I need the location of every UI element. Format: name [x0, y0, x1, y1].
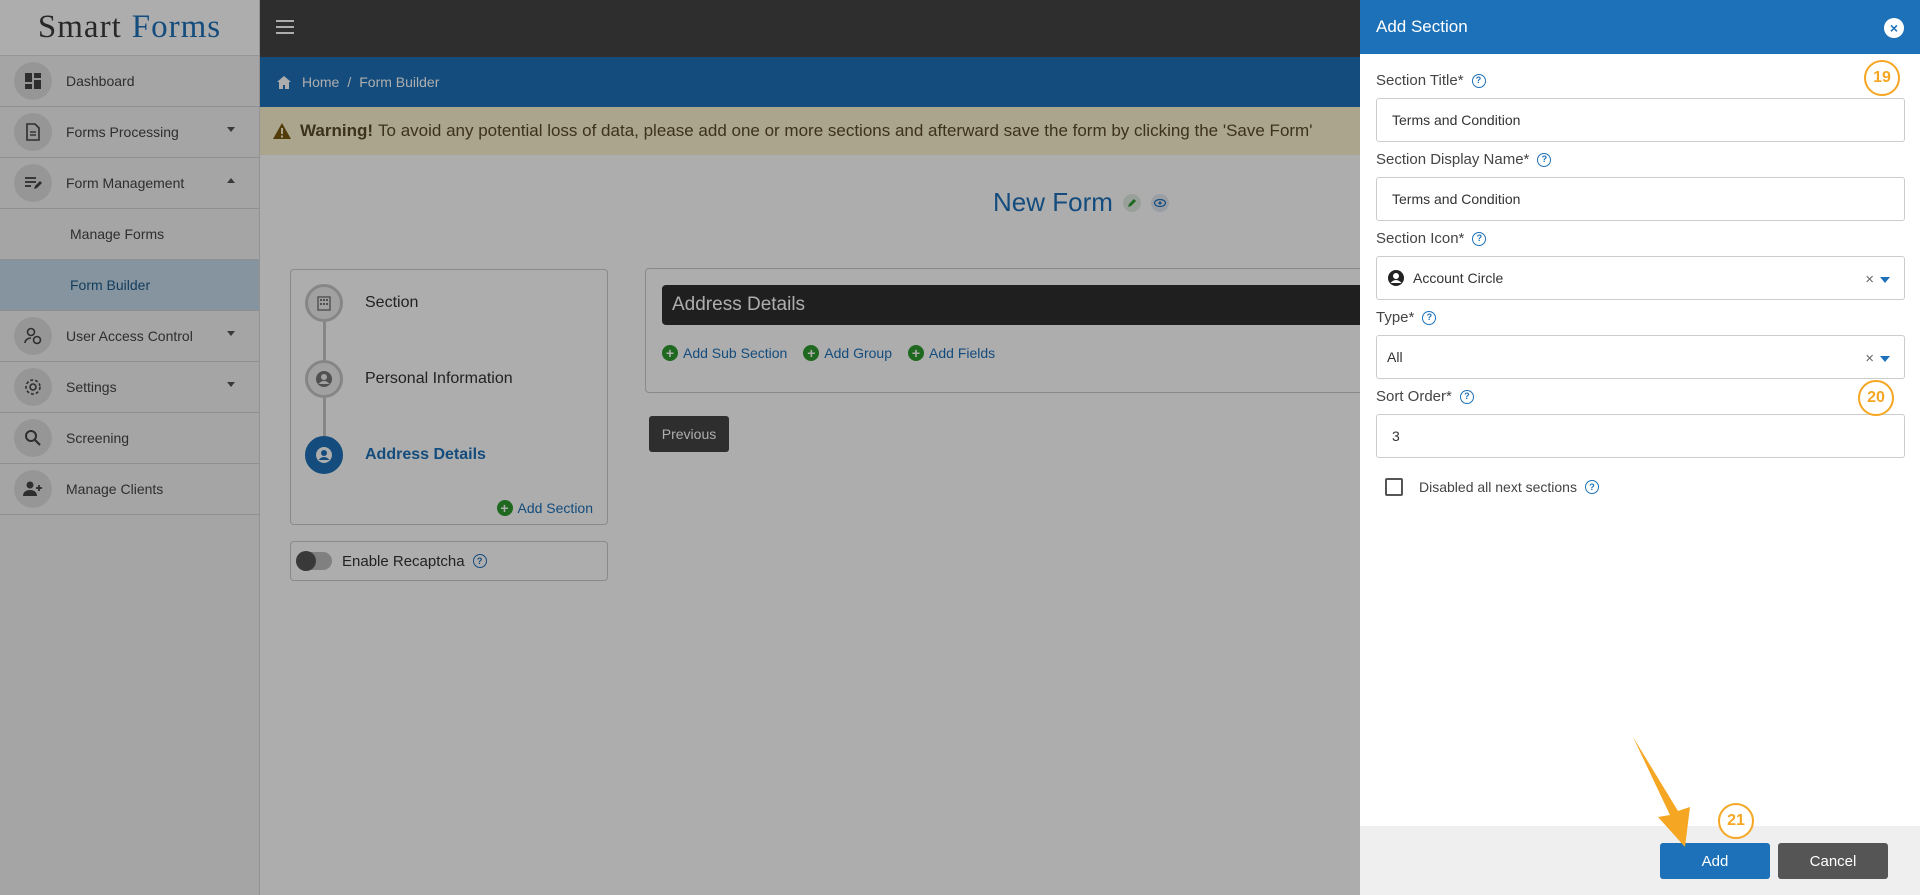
sort-order-label: Sort Order* ? [1376, 388, 1474, 405]
cancel-button[interactable]: Cancel [1778, 843, 1888, 879]
chevron-down-icon[interactable] [1880, 276, 1890, 283]
annotation-arrow [1633, 737, 1690, 847]
help-icon[interactable]: ? [1459, 389, 1474, 404]
section-icon-select[interactable]: Account Circle × [1376, 256, 1905, 300]
drawer-header: Add Section × [1360, 0, 1920, 54]
checkbox-label: Disabled all next sections [1419, 479, 1577, 495]
select-value: All [1387, 349, 1403, 365]
label-text: Section Icon* [1376, 230, 1465, 247]
clear-icon[interactable]: × [1865, 350, 1874, 367]
help-icon[interactable]: ? [1472, 231, 1487, 246]
label-text: Sort Order* [1376, 388, 1452, 405]
help-icon[interactable]: ? [1584, 480, 1599, 494]
input-value: Terms and Condition [1392, 112, 1521, 128]
account-circle-icon [1388, 270, 1404, 286]
input-value: Terms and Condition [1392, 191, 1521, 207]
type-select[interactable]: All × [1376, 335, 1905, 379]
help-icon[interactable]: ? [1537, 152, 1552, 167]
select-value: Account Circle [1413, 270, 1504, 286]
step-callout-badge: 19 [1864, 60, 1900, 96]
close-icon[interactable]: × [1884, 18, 1904, 38]
label-text: Section Title* [1376, 72, 1464, 89]
display-name-label: Section Display Name* ? [1376, 151, 1552, 168]
disable-next-sections-checkbox[interactable] [1385, 478, 1403, 496]
step-callout-badge: 21 [1718, 803, 1754, 839]
help-icon[interactable]: ? [1422, 310, 1437, 325]
label-text: Type* [1376, 309, 1415, 326]
chevron-down-icon[interactable] [1880, 355, 1890, 362]
sort-order-input[interactable]: 3 [1376, 414, 1905, 458]
disable-next-sections-row: Disabled all next sections ? [1385, 478, 1599, 496]
label-text: Section Display Name* [1376, 151, 1530, 168]
step-callout-badge: 20 [1858, 380, 1894, 416]
drawer-title: Add Section [1376, 17, 1468, 36]
select-controls: × [1865, 350, 1890, 367]
type-label: Type* ? [1376, 309, 1437, 326]
section-title-input[interactable]: Terms and Condition [1376, 98, 1905, 142]
clear-icon[interactable]: × [1865, 271, 1874, 288]
select-controls: × [1865, 271, 1890, 288]
display-name-input[interactable]: Terms and Condition [1376, 177, 1905, 221]
input-value: 3 [1392, 428, 1400, 444]
section-icon-label: Section Icon* ? [1376, 230, 1487, 247]
help-icon[interactable]: ? [1471, 73, 1486, 88]
modal-backdrop[interactable] [0, 0, 1360, 895]
section-title-label: Section Title* ? [1376, 72, 1486, 89]
